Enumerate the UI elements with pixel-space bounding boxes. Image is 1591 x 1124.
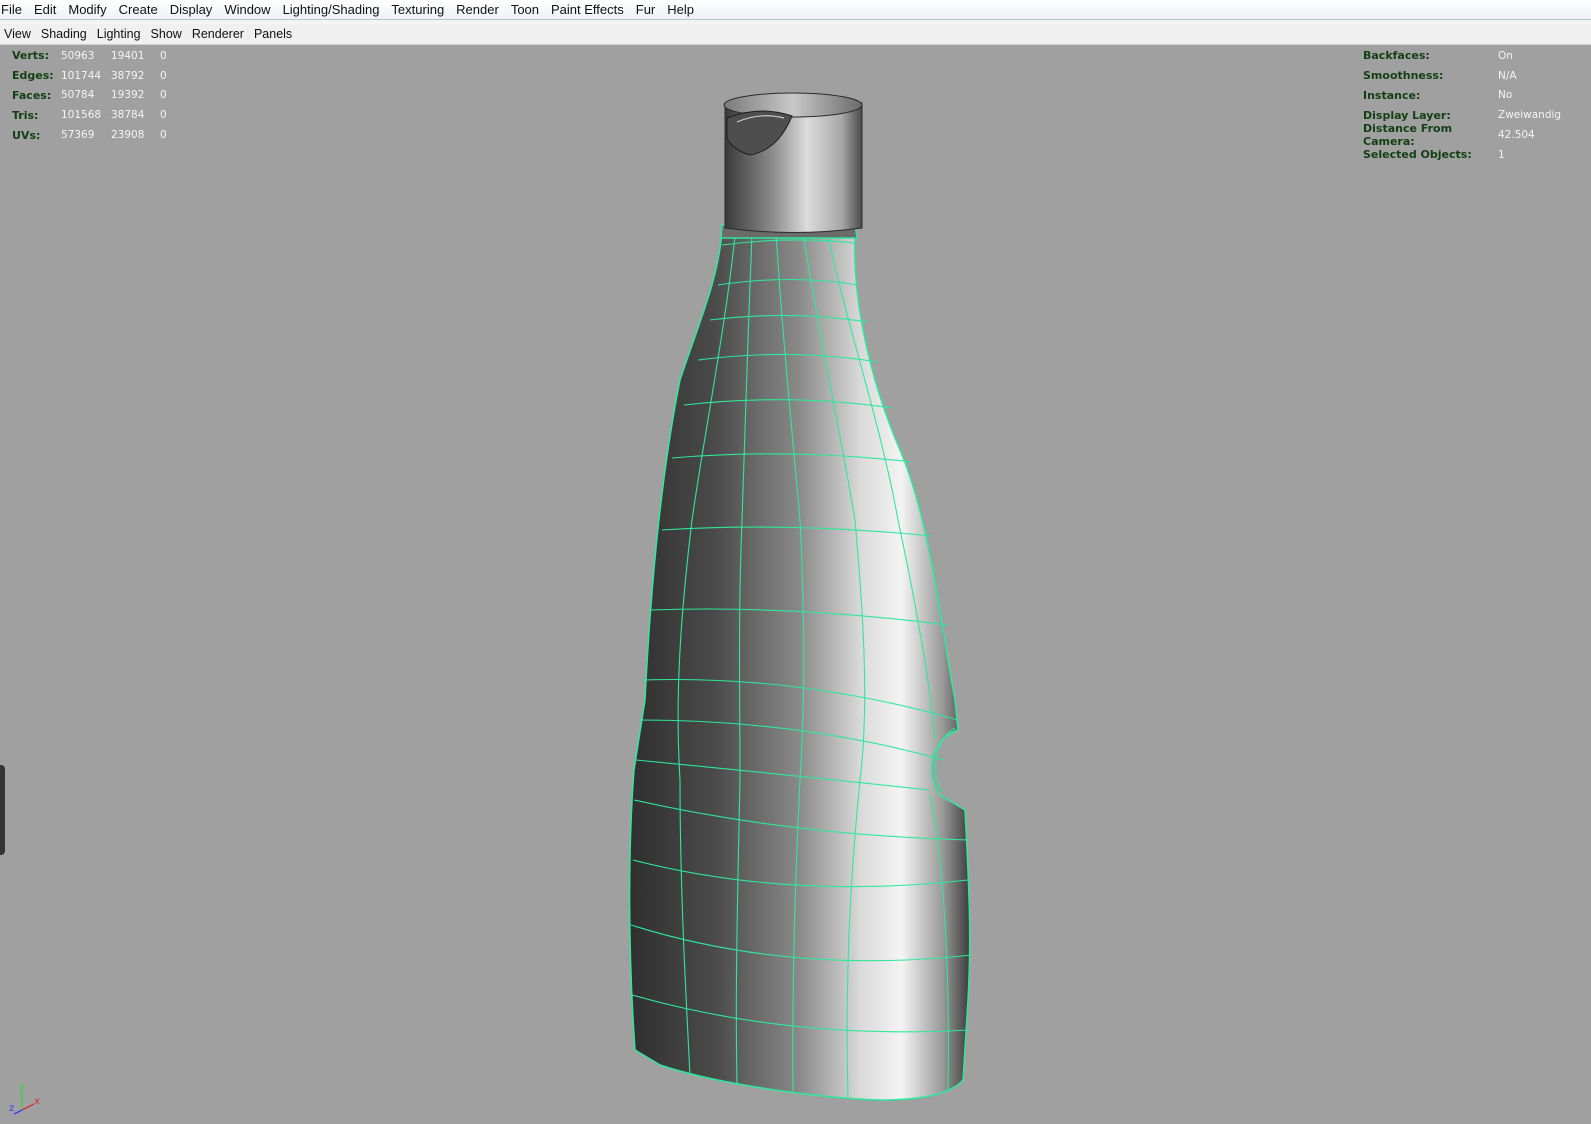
panel-menu-renderer[interactable]: Renderer — [187, 24, 249, 44]
axis-z-label: z — [9, 1103, 14, 1114]
hud-faces-selected-object: 19392 — [111, 89, 145, 102]
hud-distance-value: 42.504 — [1498, 129, 1535, 142]
hud-tris-row: Tris: 101568 38784 0 — [12, 105, 180, 125]
panel-menu-panels[interactable]: Panels — [249, 24, 297, 44]
hud-instance-value: No — [1498, 89, 1513, 102]
hud-edges-total: 101744 — [61, 69, 102, 82]
menu-edit[interactable]: Edit — [28, 0, 62, 19]
hud-verts-total: 50963 — [61, 49, 95, 62]
hud-selected-objects-row: Selected Objects: 1 — [1363, 145, 1561, 165]
panel-menu-shading[interactable]: Shading — [36, 24, 92, 44]
menu-render[interactable]: Render — [450, 0, 505, 19]
side-panel-handle[interactable] — [0, 765, 5, 855]
hud-tris-selected: 0 — [160, 109, 167, 122]
panel-menu-view[interactable]: View — [0, 24, 36, 44]
hud-distance-row: Distance From Camera: 42.504 — [1363, 122, 1561, 149]
bottle-model[interactable] — [0, 45, 1591, 1124]
menu-create[interactable]: Create — [113, 0, 164, 19]
menu-texturing[interactable]: Texturing — [385, 0, 450, 19]
hud-tris-label: Tris: — [12, 108, 39, 122]
hud-instance-row: Instance: No — [1363, 86, 1561, 106]
hud-uvs-selected-object: 23908 — [111, 129, 145, 142]
hud-faces-total: 50784 — [61, 89, 95, 102]
main-menubar: File Edit Modify Create Display Window L… — [0, 0, 1591, 20]
hud-faces-label: Faces: — [12, 88, 52, 102]
menu-help[interactable]: Help — [661, 0, 700, 19]
panel-menu-show[interactable]: Show — [146, 24, 187, 44]
3d-viewport[interactable]: Verts: 50963 19401 0 Edges: 101744 38792… — [0, 45, 1591, 1124]
hud-backfaces-value: On — [1498, 49, 1513, 62]
hud-instance-label: Instance: — [1363, 88, 1421, 102]
hud-smoothness-label: Smoothness: — [1363, 69, 1444, 83]
hud-uvs-label: UVs: — [12, 128, 41, 142]
hud-verts-selected: 0 — [160, 49, 167, 62]
axis-y-label: y — [19, 1081, 25, 1092]
hud-backfaces-row: Backfaces: On — [1363, 46, 1561, 66]
hud-verts-selected-object: 19401 — [111, 49, 145, 62]
view-axis-gizmo: y x z — [9, 1081, 40, 1115]
menu-window[interactable]: Window — [218, 0, 276, 19]
hud-selected-objects-value: 1 — [1498, 148, 1505, 161]
panel-menu-lighting[interactable]: Lighting — [92, 24, 146, 44]
object-details-hud: Backfaces: On Smoothness: N/A Instance: … — [1363, 46, 1561, 165]
hud-smoothness-value: N/A — [1498, 69, 1517, 82]
hud-tris-total: 101568 — [61, 109, 102, 122]
hud-uvs-row: UVs: 57369 23908 0 — [12, 125, 180, 145]
hud-selected-objects-label: Selected Objects: — [1363, 148, 1472, 162]
menu-file[interactable]: File — [0, 0, 28, 19]
hud-faces-selected: 0 — [160, 89, 167, 102]
hud-uvs-selected: 0 — [160, 129, 167, 142]
hud-distance-label: Distance From Camera: — [1363, 122, 1453, 149]
hud-verts-label: Verts: — [12, 49, 50, 63]
menu-fur[interactable]: Fur — [630, 0, 662, 19]
menu-toon[interactable]: Toon — [505, 0, 545, 19]
bottle-body — [628, 231, 971, 1101]
hud-display-layer-value: Zweiwandig — [1498, 109, 1562, 122]
hud-display-layer-label: Display Layer: — [1363, 108, 1451, 122]
menu-lighting-shading[interactable]: Lighting/Shading — [277, 0, 386, 19]
hud-backfaces-label: Backfaces: — [1363, 49, 1430, 63]
hud-edges-label: Edges: — [12, 69, 54, 83]
hud-faces-row: Faces: 50784 19392 0 — [12, 86, 180, 106]
menu-paint-effects[interactable]: Paint Effects — [545, 0, 630, 19]
menu-modify[interactable]: Modify — [62, 0, 112, 19]
menu-display[interactable]: Display — [164, 0, 219, 19]
hud-edges-selected-object: 38792 — [111, 69, 145, 82]
hud-tris-selected-object: 38784 — [111, 109, 145, 122]
poly-count-hud: Verts: 50963 19401 0 Edges: 101744 38792… — [12, 46, 180, 145]
hud-edges-selected: 0 — [160, 69, 167, 82]
hud-edges-row: Edges: 101744 38792 0 — [12, 66, 180, 86]
axis-x-label: x — [34, 1096, 40, 1107]
hud-smoothness-row: Smoothness: N/A — [1363, 66, 1561, 86]
panel-menubar: View Shading Lighting Show Renderer Pane… — [0, 24, 1591, 45]
hud-uvs-total: 57369 — [61, 129, 95, 142]
hud-verts-row: Verts: 50963 19401 0 — [12, 46, 180, 66]
